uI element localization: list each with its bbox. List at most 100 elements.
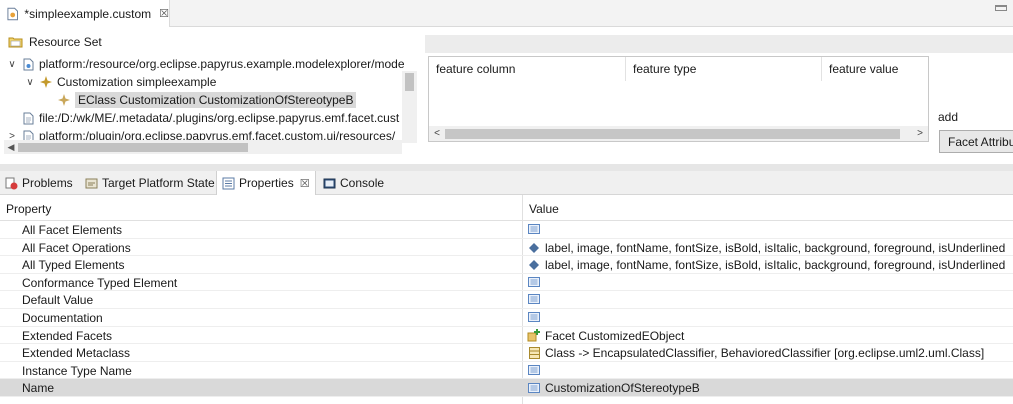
tab-console[interactable]: Console [318, 171, 388, 195]
operation-icon [527, 242, 541, 254]
property-value[interactable] [527, 311, 1013, 323]
property-row[interactable]: Default Value [0, 291, 1013, 309]
close-icon[interactable]: ☒ [300, 177, 310, 190]
property-row[interactable]: All Typed Elements label, image, fontName… [0, 256, 1013, 274]
list-icon [527, 223, 541, 235]
custom-file-icon [7, 7, 18, 20]
tree-item-label: EClass Customization CustomizationOfSter… [75, 92, 357, 108]
feature-table-header: feature column feature type feature valu… [429, 57, 928, 81]
property-value[interactable] [527, 364, 1013, 376]
scrollbar-thumb[interactable] [445, 128, 900, 139]
property-row[interactable]: Instance Type Name [0, 362, 1013, 380]
list-icon [527, 382, 541, 394]
column-header-property[interactable]: Property [6, 202, 51, 216]
problems-icon [4, 176, 18, 190]
property-row[interactable]: All Facet Elements [0, 221, 1013, 239]
maximize-icon[interactable] [995, 5, 1007, 11]
column-header-feature-type[interactable]: feature type [626, 57, 822, 81]
property-value[interactable]: label, image, fontName, fontSize, isBold… [527, 241, 1013, 255]
property-value[interactable]: label, image, fontName, fontSize, isBold… [527, 258, 1013, 272]
tree-item-eclass-customization[interactable]: EClass Customization CustomizationOfSter… [41, 91, 357, 109]
tree-item-resource[interactable]: ∨ platform:/resource/org.eclipse.papyrus… [5, 55, 405, 73]
toolbar-band [425, 35, 1013, 53]
property-name: Name [22, 381, 55, 396]
scroll-right-icon[interactable]: > [912, 128, 928, 139]
scroll-left-icon[interactable]: ◀ [4, 142, 18, 153]
list-icon [527, 311, 541, 323]
expander-icon[interactable]: ∨ [23, 77, 37, 88]
property-name: All Facet Elements [22, 223, 123, 237]
property-row[interactable]: Extended Facets Facet CustomizedEObject [0, 327, 1013, 345]
scrollbar-thumb[interactable] [18, 142, 248, 152]
properties-icon [221, 176, 235, 190]
property-row[interactable]: Extended Metaclass Class -> EncapsulatedC… [0, 344, 1013, 362]
property-value-text: CustomizationOfStereotypeB [545, 381, 700, 396]
tree-item-resource[interactable]: file:/D:/wk/ME/.metadata/.plugins/org.ec… [5, 109, 399, 127]
column-header-label: feature column [436, 62, 516, 76]
tree-item-label: platform:/resource/org.eclipse.papyrus.e… [39, 57, 405, 71]
facet-icon [527, 329, 541, 342]
property-row[interactable]: Name CustomizationOfStereotypeB [0, 379, 1013, 397]
property-name: All Typed Elements [22, 258, 125, 273]
property-row[interactable]: Conformance Typed Element [0, 274, 1013, 292]
tab-target-platform-state[interactable]: Target Platform State [80, 171, 216, 195]
column-header-feature-column[interactable]: feature column [429, 57, 626, 81]
list-icon [527, 293, 541, 305]
sash-divider[interactable] [0, 164, 1013, 171]
custom-editor: Resource Set ∨ platform:/resource/org.ec… [0, 27, 1013, 164]
expander-icon[interactable]: ∨ [5, 59, 19, 70]
property-row[interactable]: All Facet Operations label, image, fontNa… [0, 239, 1013, 257]
property-value[interactable] [527, 276, 1013, 288]
tree-item-customization[interactable]: ∨ Customization simpleexample [23, 73, 216, 91]
list-icon [527, 276, 541, 288]
eclass-customization-icon [57, 93, 71, 107]
property-name: Instance Type Name [22, 363, 132, 378]
property-value[interactable] [527, 223, 1013, 235]
scroll-left-icon[interactable]: < [429, 128, 445, 139]
property-value[interactable]: CustomizationOfStereotypeB [527, 381, 1013, 395]
console-icon [322, 176, 336, 190]
column-header-value[interactable]: Value [529, 202, 559, 216]
tree-item-label: Customization simpleexample [57, 75, 217, 89]
property-value-text: label, image, fontName, fontSize, isBold… [545, 240, 1006, 255]
target-icon [84, 176, 98, 190]
file-icon [21, 57, 35, 71]
editor-tab-bar: *simpleexample.custom ☒ [0, 0, 1013, 27]
property-name: Default Value [22, 293, 94, 308]
tab-label: Problems [22, 176, 73, 190]
tab-label: Properties [239, 176, 294, 190]
facet-attribute-button[interactable]: Facet Attribu [939, 130, 1013, 153]
column-header-label: feature type [633, 62, 697, 76]
property-name: All Facet Operations [22, 240, 131, 255]
file-icon [21, 111, 35, 125]
views-tab-bar: Problems Target Platform State Propertie… [0, 171, 1013, 195]
editor-tab[interactable]: *simpleexample.custom ☒ [0, 0, 170, 27]
class-icon [527, 347, 541, 360]
property-value[interactable] [527, 293, 1013, 305]
property-row[interactable]: Documentation [0, 309, 1013, 327]
editor-tab-title: *simpleexample.custom [24, 6, 152, 21]
feature-table-horizontal-scrollbar[interactable]: < > [429, 126, 928, 141]
column-header-label: feature value [829, 62, 899, 76]
list-icon [527, 364, 541, 376]
customization-icon [39, 75, 53, 89]
tree-horizontal-scrollbar[interactable]: ◀ [4, 140, 402, 154]
property-value-text: Facet CustomizedEObject [545, 328, 685, 343]
tab-label: Target Platform State [102, 176, 215, 190]
resource-set-label: Resource Set [29, 35, 102, 49]
tree-vertical-scrollbar[interactable] [402, 71, 417, 143]
tab-problems[interactable]: Problems [0, 171, 78, 195]
property-name: Conformance Typed Element [22, 275, 178, 290]
property-name: Extended Facets [22, 328, 113, 343]
close-icon[interactable]: ☒ [159, 7, 169, 20]
property-value-text: label, image, fontName, fontSize, isBold… [545, 258, 1006, 273]
properties-header: Property Value [0, 195, 1013, 221]
operation-icon [527, 259, 541, 271]
column-header-feature-value[interactable]: feature value [822, 57, 928, 81]
tree-item-label: file:/D:/wk/ME/.metadata/.plugins/org.ec… [39, 111, 400, 125]
tab-properties[interactable]: Properties ☒ [216, 171, 316, 195]
property-value[interactable]: Class -> EncapsulatedClassifier, Behavio… [527, 346, 1013, 360]
feature-table: feature column feature type feature valu… [428, 56, 929, 142]
scrollbar-thumb[interactable] [405, 73, 414, 91]
property-value[interactable]: Facet CustomizedEObject [527, 329, 1013, 343]
